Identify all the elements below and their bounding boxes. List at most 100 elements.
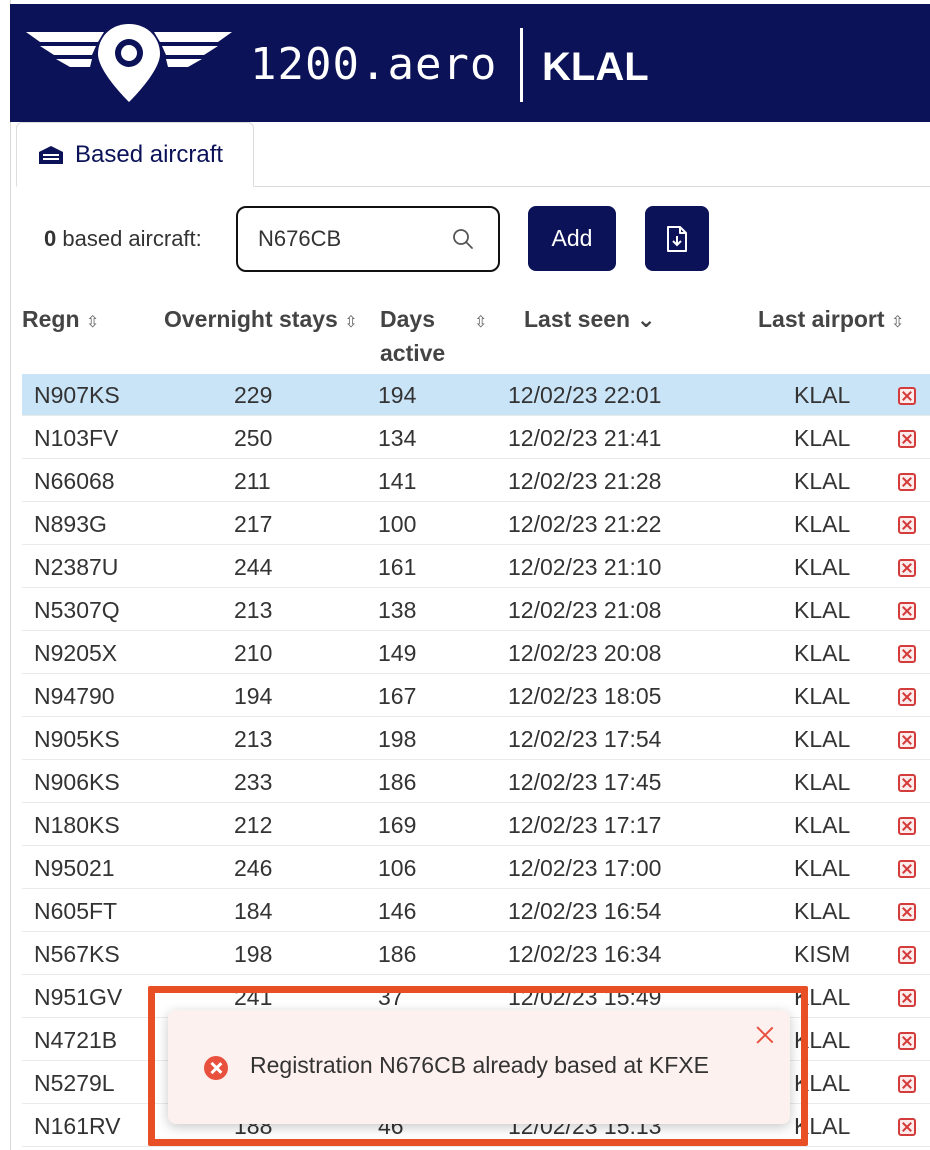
table-row[interactable]: N567KS 198 186 12/02/23 16:34 KISM <box>22 933 930 975</box>
cell-regn[interactable]: N103FV <box>34 417 118 459</box>
delete-icon[interactable] <box>898 1032 916 1050</box>
cell-last-airport: KLAL <box>794 382 851 408</box>
cell-regn[interactable]: N906KS <box>34 761 120 803</box>
search-box[interactable] <box>236 206 500 272</box>
cell-regn[interactable]: N951GV <box>34 976 122 1018</box>
cell-last-seen: 12/02/23 21:41 <box>508 425 662 451</box>
table-row[interactable]: N905KS 213 198 12/02/23 17:54 KLAL <box>22 718 930 760</box>
cell-regn[interactable]: N5279L <box>34 1062 115 1104</box>
delete-icon[interactable] <box>898 1075 916 1093</box>
cell-last-airport: KLAL <box>794 898 851 924</box>
column-header-days-sort[interactable]: ⇳ <box>474 302 487 340</box>
column-header-label-line2: active <box>380 340 446 366</box>
cell-last-airport: KLAL <box>794 554 851 580</box>
cell-overnight-stays: 211 <box>234 468 271 494</box>
cell-regn[interactable]: N5307Q <box>34 589 120 631</box>
hangar-icon <box>39 145 63 164</box>
cell-regn[interactable]: N180KS <box>34 804 120 846</box>
column-header-last-airport[interactable]: Last airport ⇳ <box>758 302 904 340</box>
cell-last-airport: KLAL <box>794 1113 851 1139</box>
table-row[interactable]: N103FV 250 134 12/02/23 21:41 KLAL <box>22 417 930 459</box>
table-row[interactable]: N893G 217 100 12/02/23 21:22 KLAL <box>22 503 930 545</box>
delete-icon[interactable] <box>898 860 916 878</box>
column-header-overnight-stays[interactable]: Overnight stays ⇳ <box>164 302 358 340</box>
table-row[interactable]: N66068 211 141 12/02/23 21:28 KLAL <box>22 460 930 502</box>
cell-last-airport: KLAL <box>794 468 851 494</box>
delete-icon[interactable] <box>898 645 916 663</box>
cell-overnight-stays: 194 <box>234 683 273 709</box>
table-row[interactable]: N605FT 184 146 12/02/23 16:54 KLAL <box>22 890 930 932</box>
cell-last-seen: 12/02/23 16:34 <box>508 941 662 967</box>
column-header-days-active[interactable]: Days active <box>380 302 445 370</box>
cell-last-seen: 12/02/23 17:00 <box>508 855 662 881</box>
cell-days-active: 141 <box>378 468 417 494</box>
registration-search-input[interactable] <box>258 226 438 252</box>
tab-based-aircraft[interactable]: Based aircraft <box>16 122 254 187</box>
delete-icon[interactable] <box>898 473 916 491</box>
sort-desc-icon: ⌄ <box>636 306 656 332</box>
cell-last-seen: 12/02/23 21:28 <box>508 468 662 494</box>
cell-last-airport: KLAL <box>794 640 851 666</box>
cell-regn[interactable]: N161RV <box>34 1105 121 1147</box>
cell-regn[interactable]: N66068 <box>34 460 115 502</box>
cell-days-active: 167 <box>378 683 417 709</box>
delete-icon[interactable] <box>898 559 916 577</box>
delete-icon[interactable] <box>898 774 916 792</box>
add-button[interactable]: Add <box>528 206 616 271</box>
cell-last-airport: KLAL <box>794 683 851 709</box>
cell-days-active: 146 <box>378 898 417 924</box>
cell-last-seen: 12/02/23 21:08 <box>508 597 662 623</box>
cell-regn[interactable]: N4721B <box>34 1019 117 1061</box>
cell-days-active: 169 <box>378 812 417 838</box>
cell-last-seen: 12/02/23 17:17 <box>508 812 662 838</box>
table-row[interactable]: N180KS 212 169 12/02/23 17:17 KLAL <box>22 804 930 846</box>
table-row[interactable]: N95021 246 106 12/02/23 17:00 KLAL <box>22 847 930 889</box>
delete-icon[interactable] <box>898 1118 916 1136</box>
delete-icon[interactable] <box>898 946 916 964</box>
count-value: 0 <box>44 226 57 251</box>
table-row[interactable]: N94790 194 167 12/02/23 18:05 KLAL <box>22 675 930 717</box>
delete-icon[interactable] <box>898 602 916 620</box>
airport-code: KLAL <box>542 45 649 89</box>
count-text: based aircraft: <box>56 226 202 251</box>
column-header-label: Days <box>380 306 435 332</box>
cell-days-active: 198 <box>378 726 417 752</box>
cell-overnight-stays: 244 <box>234 554 273 580</box>
table-row[interactable]: N2387U 244 161 12/02/23 21:10 KLAL <box>22 546 930 588</box>
sort-icon: ⇳ <box>474 314 488 331</box>
delete-icon[interactable] <box>898 989 916 1007</box>
table-row[interactable]: N9205X 210 149 12/02/23 20:08 KLAL <box>22 632 930 674</box>
search-icon[interactable] <box>452 228 474 250</box>
cell-regn[interactable]: N905KS <box>34 718 120 760</box>
delete-icon[interactable] <box>898 688 916 706</box>
table-row[interactable]: N907KS 229 194 12/02/23 22:01 KLAL <box>22 374 930 416</box>
table-row[interactable]: N906KS 233 186 12/02/23 17:45 KLAL <box>22 761 930 803</box>
column-header-last-seen[interactable]: Last seen ⌄ <box>524 302 656 336</box>
cell-last-airport: KLAL <box>794 812 851 838</box>
cell-regn[interactable]: N95021 <box>34 847 115 889</box>
cell-regn[interactable]: N9205X <box>34 632 117 674</box>
cell-overnight-stays: 250 <box>234 425 273 451</box>
cell-regn[interactable]: N907KS <box>34 374 120 416</box>
toast-message: Registration N676CB already based at KFX… <box>250 1052 709 1078</box>
cell-last-seen: 12/02/23 18:05 <box>508 683 662 709</box>
export-button[interactable] <box>645 206 709 271</box>
close-icon[interactable] <box>754 1024 776 1046</box>
cell-regn[interactable]: N605FT <box>34 890 117 932</box>
cell-regn[interactable]: N893G <box>34 503 107 545</box>
delete-icon[interactable] <box>898 430 916 448</box>
delete-icon[interactable] <box>898 387 916 405</box>
cell-regn[interactable]: N567KS <box>34 933 120 975</box>
table-row[interactable]: N5307Q 213 138 12/02/23 21:08 KLAL <box>22 589 930 631</box>
cell-overnight-stays: 198 <box>234 941 273 967</box>
brand-name: 1200.aero <box>250 39 498 90</box>
cell-last-airport: KLAL <box>794 1027 851 1053</box>
cell-regn[interactable]: N94790 <box>34 675 115 717</box>
cell-overnight-stays: 184 <box>234 898 273 924</box>
delete-icon[interactable] <box>898 731 916 749</box>
cell-regn[interactable]: N2387U <box>34 546 118 588</box>
delete-icon[interactable] <box>898 516 916 534</box>
column-header-regn[interactable]: Regn ⇳ <box>22 302 99 340</box>
delete-icon[interactable] <box>898 817 916 835</box>
delete-icon[interactable] <box>898 903 916 921</box>
